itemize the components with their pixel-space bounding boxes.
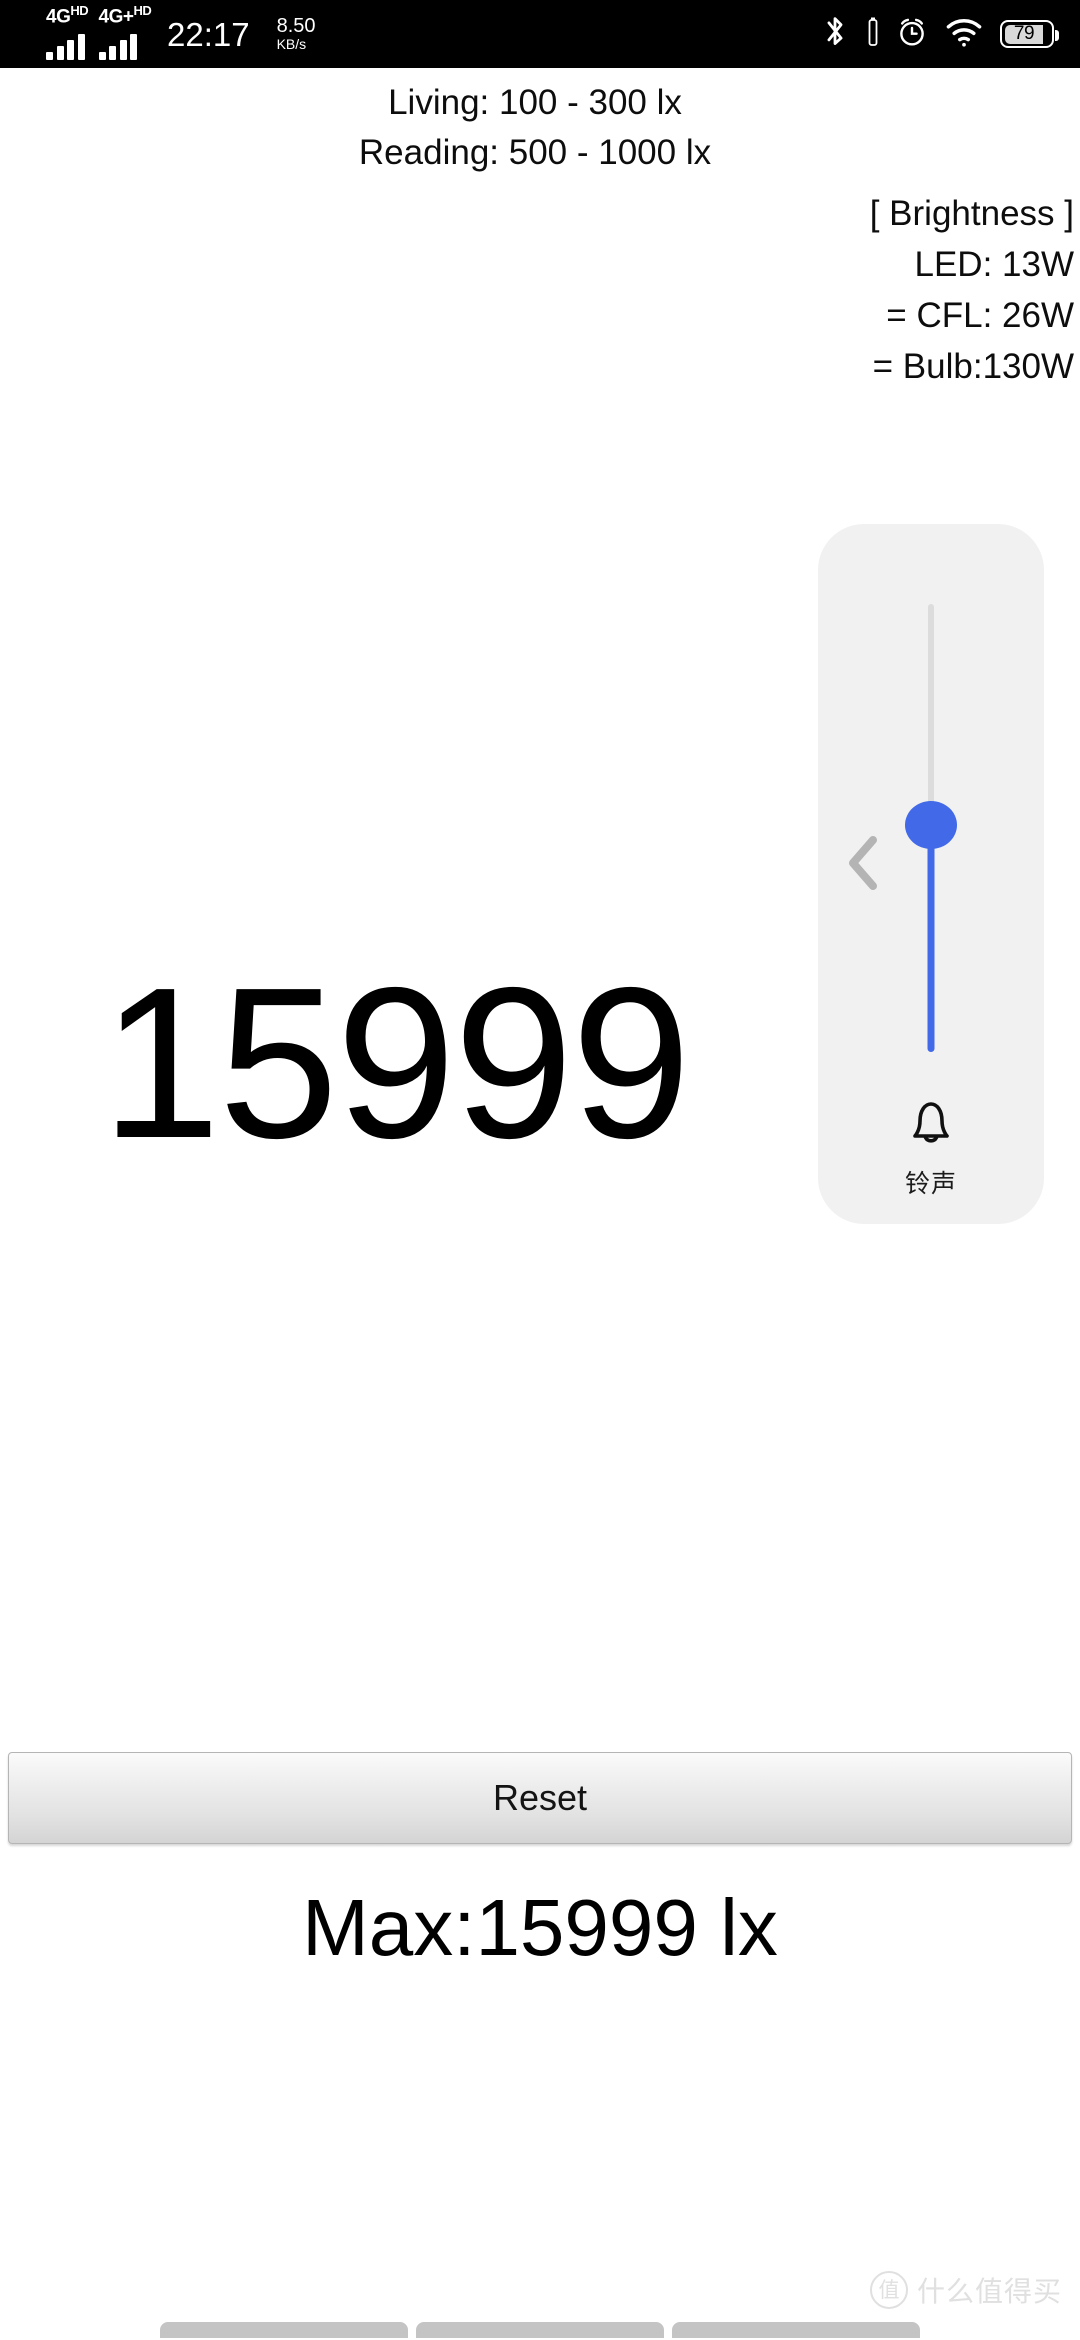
battery-percent-label: 79 — [1013, 23, 1035, 44]
reference-levels: Living: 100 - 300 lx Reading: 500 - 1000… — [0, 78, 1080, 178]
watermark: 值 什么值得买 — [869, 2270, 1062, 2310]
bluetooth-battery-icon — [867, 17, 879, 52]
sim1-signal-indicator: 4GHD — [46, 4, 89, 60]
alarm-icon — [896, 16, 928, 53]
nav-home-pill[interactable] — [416, 2322, 664, 2338]
brightness-equivalents: [ Brightness ] LED: 13W = CFL: 26W = Bul… — [870, 188, 1074, 392]
sim2-signal-indicator: 4G+HD — [98, 4, 152, 60]
status-bar-clock: 22:17 — [167, 15, 250, 53]
sim2-hd-badge: HD — [133, 3, 152, 18]
network-speed-value: 8.50 — [276, 15, 316, 38]
max-lux-label: Max:15999 lx — [302, 1883, 778, 1972]
watermark-logo-icon: 值 — [869, 2271, 908, 2309]
living-reference-line: Living: 100 - 300 lx — [388, 83, 682, 122]
status-bar-left: 4GHD 4G+HD 22:17 8.50 KB/s — [46, 4, 316, 60]
volume-slider-thumb[interactable] — [905, 801, 957, 849]
battery-icon: 79 — [1000, 20, 1059, 48]
reading-reference-line: Reading: 500 - 1000 lx — [358, 133, 712, 172]
sim1-hd-badge: HD — [70, 3, 89, 18]
nav-recents-pill[interactable] — [672, 2322, 920, 2338]
sim2-signal-bars — [98, 34, 137, 60]
nav-back-pill[interactable] — [160, 2322, 408, 2338]
bottom-navigation-bar[interactable] — [0, 2322, 1080, 2340]
sim1-network-label: 4GHD — [46, 3, 89, 28]
wifi-icon — [945, 17, 983, 52]
network-speed-unit: KB/s — [276, 36, 307, 53]
sim2-network-label: 4G+HD — [98, 3, 152, 28]
brightness-heading: [ Brightness ] — [869, 194, 1074, 233]
status-bar[interactable]: 4GHD 4G+HD 22:17 8.50 KB/s 79 — [0, 0, 1080, 68]
network-speed-indicator: 8.50 KB/s — [277, 16, 316, 52]
brightness-led-line: LED: 13W — [914, 245, 1075, 284]
watermark-text: 什么值得买 — [916, 2275, 1062, 2308]
sim1-signal-bars — [46, 34, 85, 60]
lux-reading-value: 15999 — [101, 942, 691, 1183]
status-bar-right: 79 — [820, 15, 1059, 54]
bluetooth-icon — [820, 15, 850, 54]
chevron-left-icon[interactable] — [840, 832, 886, 894]
brightness-bulb-line: = Bulb:130W — [872, 347, 1074, 386]
brightness-cfl-line: = CFL: 26W — [886, 296, 1074, 335]
reset-button[interactable]: Reset — [8, 1752, 1072, 1844]
